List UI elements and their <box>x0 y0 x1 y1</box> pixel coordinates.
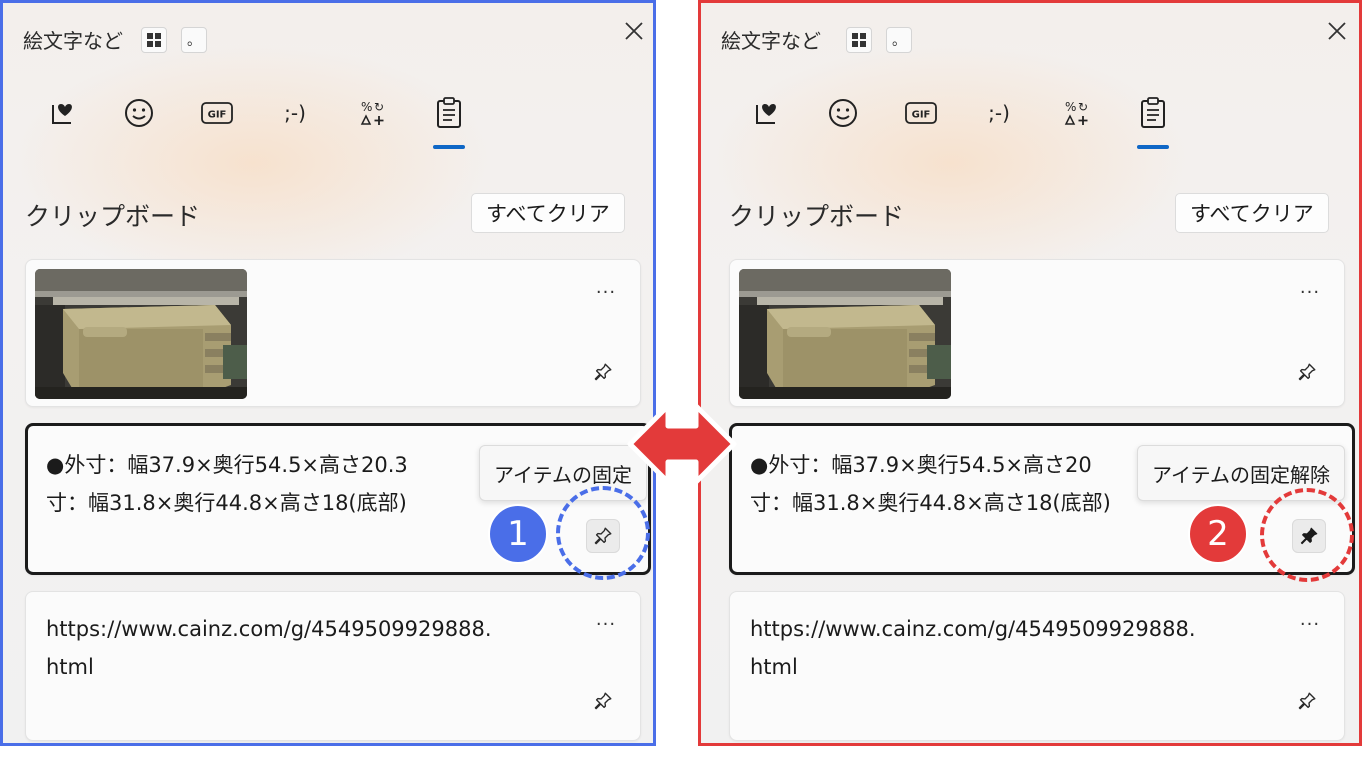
more-options-icon[interactable]: ··· <box>1296 614 1324 635</box>
gif-icon[interactable]: GIF <box>901 93 941 133</box>
heart-square-icon[interactable] <box>747 93 787 133</box>
clear-all-button[interactable]: すべてクリア <box>1175 193 1329 233</box>
heart-square-icon[interactable] <box>43 93 83 133</box>
panel-title: 絵文字など <box>721 29 821 53</box>
step-1-badge: 1 <box>488 504 548 564</box>
svg-text:GIF: GIF <box>912 110 931 121</box>
emoji-panel-after: 絵文字など 。 GIF ;-) % ↻ クリップボード すべてクリア ··· ●外… <box>698 0 1362 746</box>
clipboard-item-text: ●外寸：幅37.9×奥行54.5×高さ20 寸：幅31.8×奥行44.8×高さ1… <box>750 453 1111 515</box>
pin-highlight-circle <box>556 486 650 580</box>
panel-title: 絵文字など <box>23 29 123 53</box>
clipboard-image-thumbnail <box>739 269 951 399</box>
clipboard-item-url[interactable]: https://www.cainz.com/g/4549509929888. h… <box>729 591 1345 741</box>
clipboard-item-text: ●外寸：幅37.9×奥行54.5×高さ20.3 寸：幅31.8×奥行44.8×高… <box>46 453 408 515</box>
step-2-badge: 2 <box>1188 504 1248 564</box>
smiley-icon[interactable] <box>823 93 863 133</box>
clipboard-item-image[interactable]: ··· <box>729 259 1345 407</box>
clear-all-button[interactable]: すべてクリア <box>471 193 625 233</box>
kaomoji-icon[interactable]: ;-) <box>275 93 315 133</box>
gif-icon[interactable]: GIF <box>197 93 237 133</box>
double-arrow-icon <box>626 396 738 492</box>
clipboard-item-url[interactable]: https://www.cainz.com/g/4549509929888. h… <box>25 591 641 741</box>
symbols-icon[interactable]: % ↻ <box>1057 93 1097 133</box>
ime-mode-label: 。 <box>187 33 201 49</box>
clipboard-item-text: https://www.cainz.com/g/4549509929888. h… <box>46 617 492 679</box>
pin-icon[interactable] <box>586 355 620 389</box>
more-options-icon[interactable]: ··· <box>592 282 620 303</box>
smiley-icon[interactable] <box>119 93 159 133</box>
pin-highlight-circle <box>1260 488 1354 582</box>
pin-icon[interactable] <box>586 684 620 718</box>
kaomoji-icon[interactable]: ;-) <box>979 93 1019 133</box>
clipboard-image-thumbnail <box>35 269 247 399</box>
more-options-icon[interactable]: ··· <box>592 614 620 635</box>
clipboard-icon[interactable] <box>1133 93 1173 133</box>
svg-text:↻: ↻ <box>1078 100 1088 114</box>
close-icon[interactable] <box>620 17 648 45</box>
svg-text:%: % <box>1065 100 1076 114</box>
grid-icon[interactable] <box>141 27 167 53</box>
selected-tab-indicator <box>1137 145 1169 149</box>
clipboard-item-image[interactable]: ··· <box>25 259 641 407</box>
kaomoji-label: ;-) <box>284 101 306 125</box>
more-options-icon[interactable]: ··· <box>1296 282 1324 303</box>
ime-mode-label: 。 <box>892 33 906 49</box>
symbols-icon[interactable]: % ↻ <box>353 93 393 133</box>
ime-mode-button[interactable]: 。 <box>886 27 912 53</box>
clipboard-icon[interactable] <box>429 93 469 133</box>
pin-icon[interactable] <box>1290 684 1324 718</box>
svg-text:GIF: GIF <box>208 110 227 121</box>
grid-icon[interactable] <box>846 27 872 53</box>
pin-icon[interactable] <box>1290 355 1324 389</box>
clipboard-section-title: クリップボード <box>25 202 201 231</box>
emoji-panel-before: 絵文字など 。 GIF ;-) % ↻ クリップボード すべてクリア ··· ●外… <box>0 0 656 746</box>
close-icon[interactable] <box>1323 17 1351 45</box>
clipboard-item-text: https://www.cainz.com/g/4549509929888. h… <box>750 617 1196 679</box>
svg-text:↻: ↻ <box>374 100 384 114</box>
kaomoji-label: ;-) <box>988 101 1010 125</box>
svg-text:%: % <box>361 100 372 114</box>
clipboard-section-title: クリップボード <box>729 202 905 231</box>
selected-tab-indicator <box>433 145 465 149</box>
ime-mode-button[interactable]: 。 <box>181 27 207 53</box>
